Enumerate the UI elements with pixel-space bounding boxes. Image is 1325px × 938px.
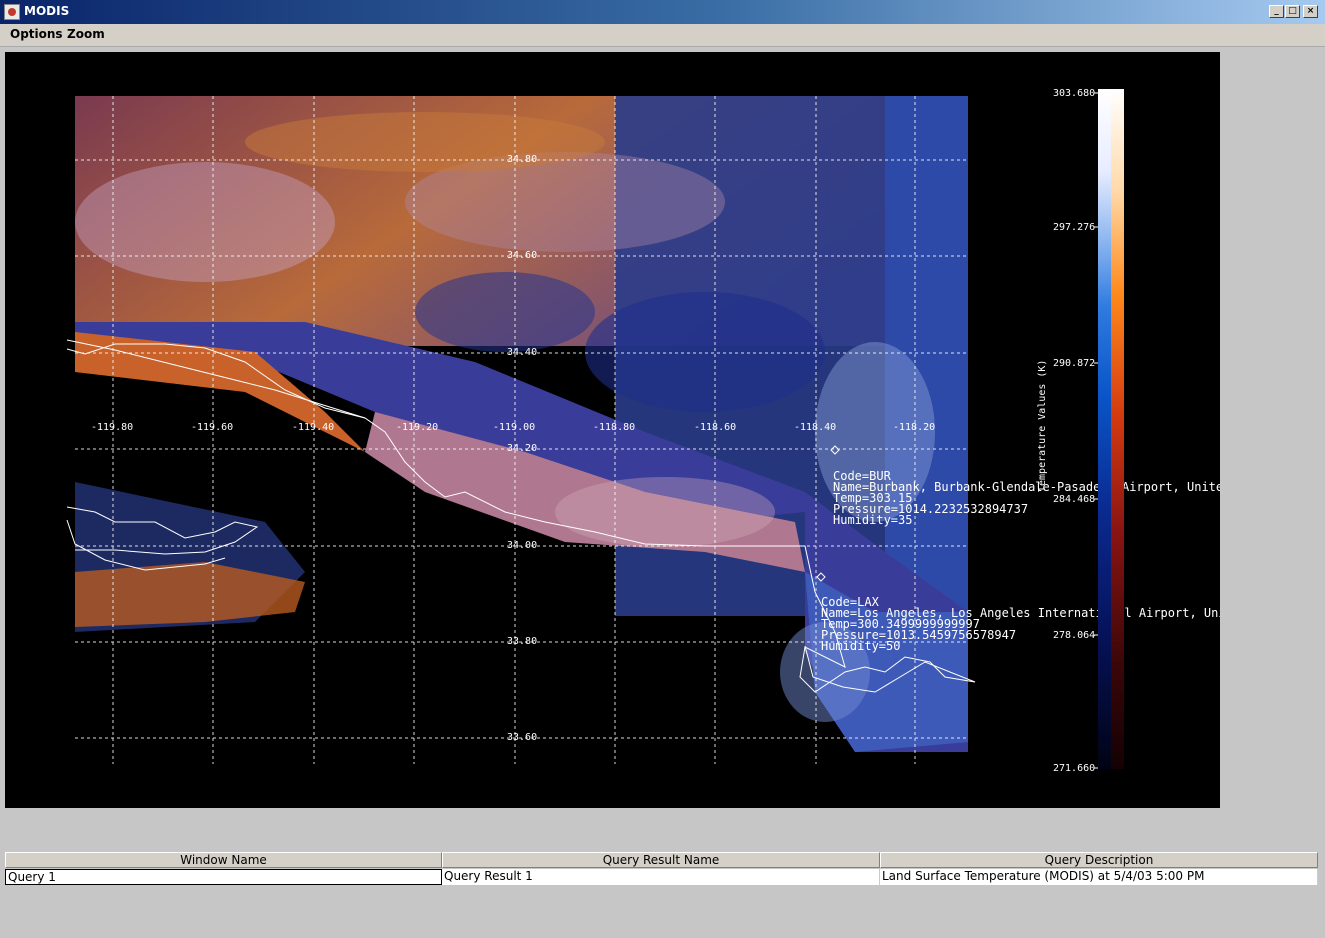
menu-options[interactable]: Options — [10, 27, 63, 41]
station-humidity: Humidity=50 — [821, 639, 900, 653]
close-button[interactable]: × — [1303, 5, 1318, 18]
col-header-query-description[interactable]: Query Description — [880, 852, 1318, 868]
lat-label: 34.40 — [507, 347, 537, 358]
colorbar-tick: 290.872 — [1053, 358, 1095, 369]
lon-label: -119.80 — [91, 422, 133, 433]
cell-query-result-name[interactable]: Query Result 1 — [442, 869, 880, 885]
col-header-query-result-name[interactable]: Query Result Name — [442, 852, 880, 868]
title-bar: MODIS _ □ × — [0, 0, 1325, 24]
map-display[interactable]: -119.80 -119.60 -119.40 -119.20 -119.00 … — [5, 52, 1220, 808]
cell-query-description[interactable]: Land Surface Temperature (MODIS) at 5/4/… — [880, 869, 1318, 885]
colorbar-red-strip — [1111, 89, 1124, 769]
station-humidity: Humidity=35 — [833, 513, 912, 527]
lon-label: -118.80 — [593, 422, 635, 433]
lat-label: 33.60 — [507, 732, 537, 743]
colorbar-title: Temperature Values (K) — [1037, 360, 1048, 492]
menu-zoom[interactable]: Zoom — [67, 27, 105, 41]
minimize-button[interactable]: _ — [1269, 5, 1284, 18]
lon-label: -118.40 — [794, 422, 836, 433]
lon-label: -119.40 — [292, 422, 334, 433]
java-app-icon — [4, 4, 20, 20]
colorbar-tick: 278.064 — [1053, 630, 1095, 641]
colorbar-tick: 303.680 — [1053, 88, 1095, 99]
window-title: MODIS — [24, 4, 70, 18]
cell-window-name[interactable]: Query 1 — [5, 869, 442, 885]
lat-label: 34.00 — [507, 540, 537, 551]
lon-label: -119.00 — [493, 422, 535, 433]
colorbar-tick: 284.468 — [1053, 494, 1095, 505]
colorbar-tick: 271.660 — [1053, 763, 1095, 774]
menu-bar: Options Zoom — [0, 24, 1325, 47]
lat-label: 34.80 — [507, 154, 537, 165]
lat-label: 34.60 — [507, 250, 537, 261]
lon-label: -118.20 — [893, 422, 935, 433]
lat-label: 34.20 — [507, 443, 537, 454]
colorbar-tick: 297.276 — [1053, 222, 1095, 233]
color-legend: 303.680 297.276 290.872 284.468 278.064 … — [1037, 88, 1124, 774]
lon-label: -119.20 — [396, 422, 438, 433]
lon-label: -118.60 — [694, 422, 736, 433]
longitude-labels: -119.80 -119.60 -119.40 -119.20 -119.00 … — [91, 422, 935, 433]
colorbar-blue-strip — [1098, 89, 1111, 769]
lat-label: 33.80 — [507, 636, 537, 647]
maximize-button[interactable]: □ — [1285, 5, 1300, 18]
col-header-window-name[interactable]: Window Name — [5, 852, 442, 868]
lon-label: -119.60 — [191, 422, 233, 433]
